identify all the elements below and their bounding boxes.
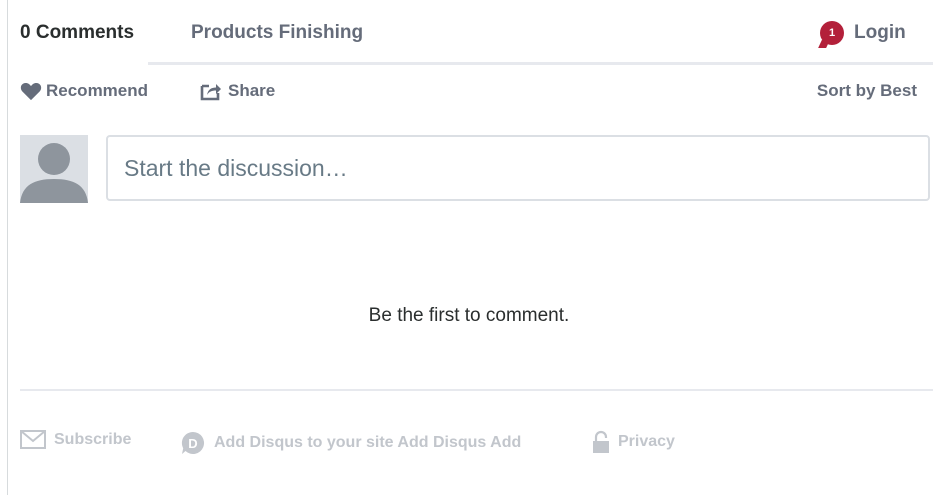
empty-state-message: Be the first to comment. [368,305,570,326]
footer-divider [20,389,933,391]
subscribe-link[interactable]: Subscribe [20,430,131,449]
frame-left-border [7,0,8,495]
share-icon [200,84,221,101]
login-menu[interactable]: 1 Login [820,21,906,45]
share-button[interactable]: Share [200,81,275,101]
privacy-label: Privacy [618,433,675,450]
privacy-link[interactable]: Privacy [592,430,675,454]
avatar-placeholder-icon [20,143,88,203]
recommend-label: Recommend [46,81,149,100]
sort-label: Sort by Best [816,81,917,100]
disqus-logo-icon: D [181,431,205,454]
tab-forum-name[interactable]: Products Finishing [191,22,363,44]
tab-comment-count[interactable]: 0 Comments [20,22,134,44]
recommend-button[interactable]: Recommend [20,81,148,101]
lock-icon [593,430,609,453]
add-disqus-link[interactable]: D Add Disqus to your site Add Disqus Add [180,430,521,456]
comment-input[interactable]: Start the discussion… [106,135,930,201]
add-disqus-label: Add Disqus to your site Add Disqus Add [214,434,522,451]
notification-badge[interactable]: 1 [820,21,844,45]
sort-dropdown[interactable]: Sort by Best [817,81,917,101]
share-label: Share [228,81,276,100]
svg-text:D: D [188,436,197,451]
login-label[interactable]: Login [854,22,906,44]
envelope-icon [20,430,46,449]
heart-icon [20,82,42,101]
subscribe-label: Subscribe [54,430,132,448]
avatar [20,135,88,203]
nav-divider [148,62,933,65]
